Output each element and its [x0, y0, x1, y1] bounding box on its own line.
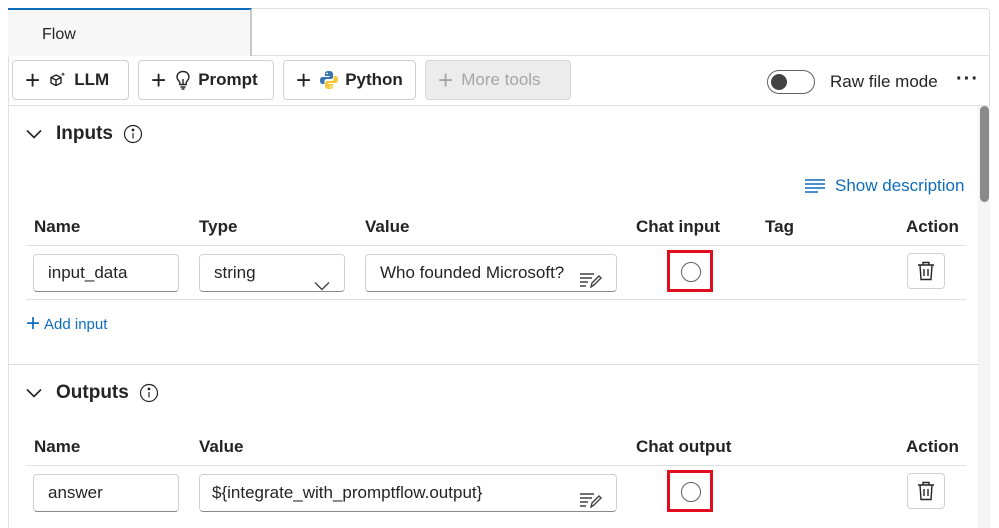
- more-tools-label: More tools: [461, 70, 541, 89]
- text-lines-icon: [805, 179, 825, 193]
- delete-input-button[interactable]: [907, 253, 945, 289]
- input-value-field[interactable]: Who founded Microsoft?: [365, 254, 617, 292]
- edit-text-icon[interactable]: [580, 265, 602, 291]
- raw-file-mode-toggle[interactable]: [767, 70, 815, 94]
- trash-icon: [918, 261, 934, 281]
- chat-output-highlight: [667, 470, 713, 512]
- col-tag: Tag: [765, 217, 794, 236]
- scrollbar-thumb[interactable]: [980, 106, 989, 202]
- plus-icon: +: [25, 65, 41, 95]
- add-input-label: Add input: [44, 315, 108, 333]
- input-type-select[interactable]: string: [199, 254, 345, 292]
- python-label: Python: [345, 70, 403, 89]
- output-value-field[interactable]: ${integrate_with_promptflow.output}: [199, 474, 617, 512]
- add-input-button[interactable]: + Add input: [26, 312, 107, 336]
- add-python-button[interactable]: + Python: [283, 60, 416, 100]
- outputs-title: Outputs: [56, 382, 129, 403]
- col-value: Value: [365, 217, 410, 236]
- more-options-icon[interactable]: ···: [956, 68, 979, 91]
- chat-input-radio[interactable]: [681, 262, 701, 282]
- show-description-label: Show description: [835, 176, 965, 195]
- trash-icon: [918, 481, 934, 501]
- col-chat-input: Chat input: [636, 217, 721, 236]
- col-value: Value: [199, 437, 244, 456]
- col-chat-output: Chat output: [636, 437, 732, 456]
- plus-icon: +: [296, 65, 312, 95]
- toggle-knob: [771, 74, 787, 90]
- llm-label: LLM: [74, 70, 110, 89]
- prompt-label: Prompt: [198, 70, 258, 89]
- llm-icon: [48, 70, 68, 90]
- python-icon: [319, 70, 339, 90]
- input-name-field[interactable]: input_data: [33, 254, 179, 292]
- chevron-down-icon: [314, 268, 330, 291]
- divider: [26, 299, 966, 300]
- delete-output-button[interactable]: [907, 473, 945, 509]
- col-action: Action: [906, 217, 959, 236]
- add-llm-button[interactable]: + LLM: [12, 60, 129, 100]
- section-divider: [9, 364, 979, 365]
- info-icon[interactable]: [123, 124, 143, 144]
- input-value-text: Who founded Microsoft?: [380, 263, 565, 282]
- col-name: Name: [34, 437, 81, 456]
- chat-output-radio[interactable]: [681, 482, 701, 502]
- raw-file-mode-label: Raw file mode: [830, 72, 938, 91]
- chat-input-highlight: [667, 250, 713, 292]
- info-icon[interactable]: [139, 383, 159, 403]
- outputs-section-header[interactable]: Outputs: [26, 382, 159, 404]
- col-type: Type: [199, 217, 238, 236]
- show-description-link[interactable]: Show description: [805, 176, 964, 196]
- inputs-section-header[interactable]: Inputs: [26, 123, 143, 145]
- more-tools-button[interactable]: + More tools: [425, 60, 571, 100]
- col-action: Action: [906, 437, 959, 456]
- input-type-value: string: [214, 263, 256, 282]
- tab-flow[interactable]: Flow: [8, 8, 252, 56]
- output-value-text: ${integrate_with_promptflow.output}: [212, 483, 483, 502]
- edit-text-icon[interactable]: [580, 485, 602, 511]
- plus-icon: +: [151, 65, 167, 95]
- divider: [26, 245, 966, 246]
- tab-bar: Flow: [8, 8, 990, 56]
- chevron-down-icon: [26, 388, 42, 398]
- toolbar: + LLM + Prompt + Python + More tools Raw…: [8, 56, 990, 106]
- col-name: Name: [34, 217, 81, 236]
- divider: [26, 465, 966, 466]
- output-name-field[interactable]: answer: [33, 474, 179, 512]
- lightbulb-icon: [174, 70, 192, 90]
- add-prompt-button[interactable]: + Prompt: [138, 60, 274, 100]
- plus-icon: +: [26, 310, 41, 337]
- chevron-down-icon: [26, 129, 42, 139]
- inputs-title: Inputs: [56, 123, 113, 144]
- plus-icon: +: [438, 65, 454, 95]
